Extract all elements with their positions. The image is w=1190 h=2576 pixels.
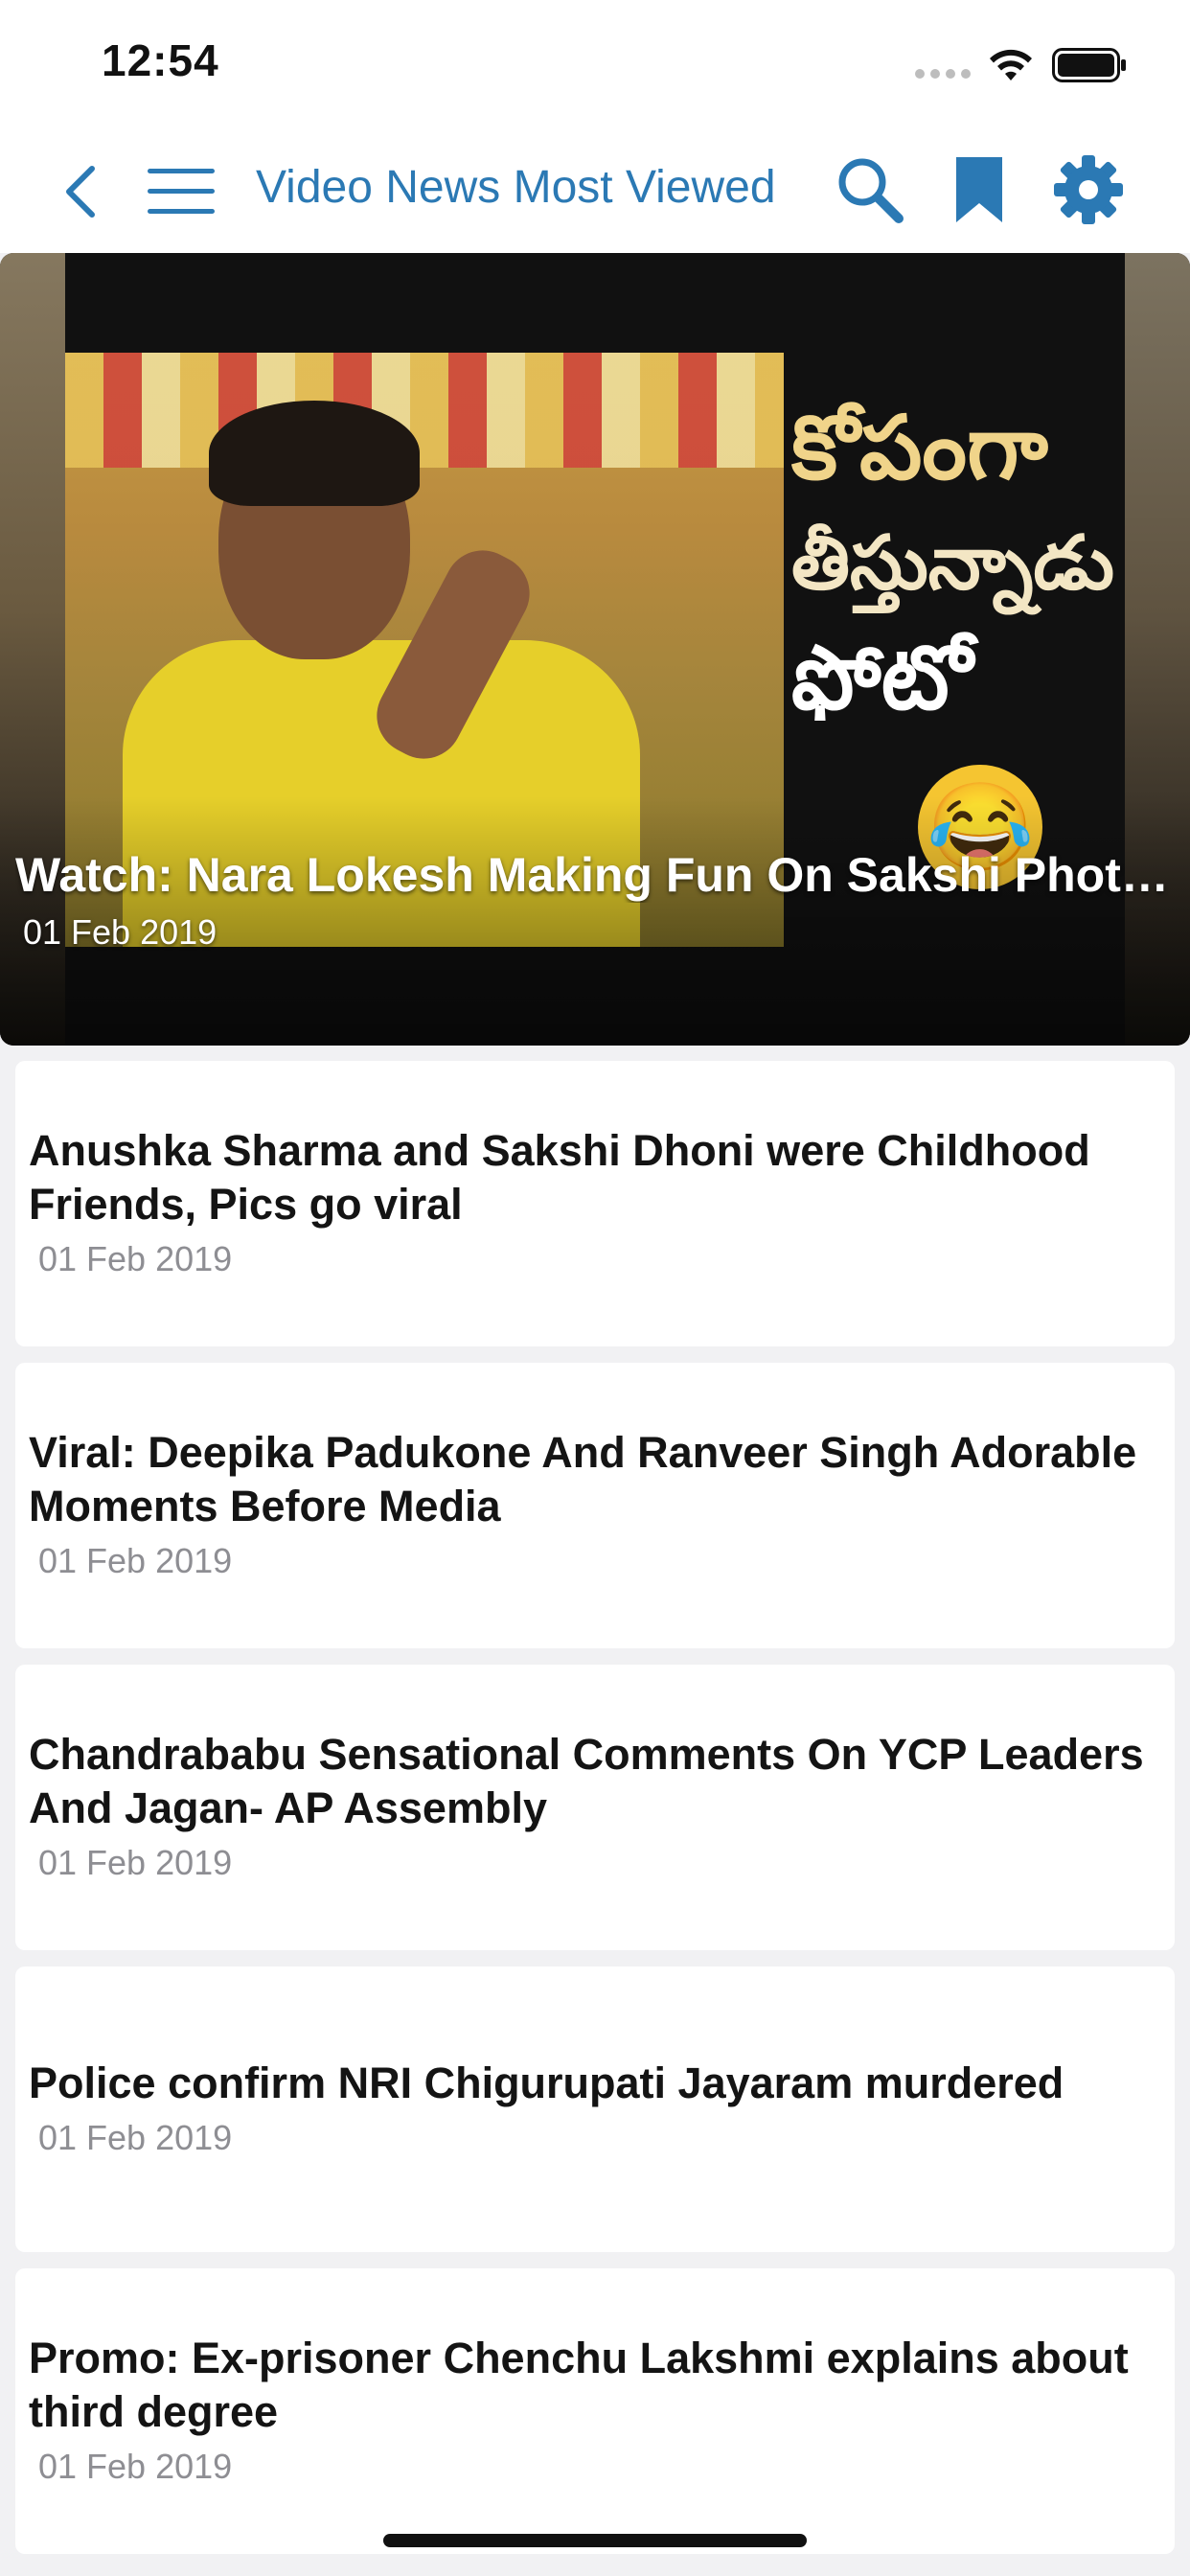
list-item-date: 01 Feb 2019 [38, 1541, 233, 1580]
wifi-icon [990, 49, 1032, 80]
status-bar: 12:54 [0, 0, 1190, 125]
featured-video-date: 01 Feb 2019 [23, 912, 217, 952]
list-item-title: Police confirm NRI Chigurupati Jayaram m… [29, 2058, 1064, 2107]
hamburger-menu-icon[interactable] [146, 165, 217, 218]
list-item[interactable]: Promo: Ex-prisoner Chenchu Lakshmi expla… [15, 2268, 1175, 2554]
list-item[interactable]: Chandrababu Sensational Comments On YCP … [15, 1665, 1175, 1950]
list-item-date: 01 Feb 2019 [38, 2118, 233, 2157]
list-item[interactable]: Anushka Sharma and Sakshi Dhoni were Chi… [15, 1061, 1175, 1346]
back-chevron-icon[interactable] [59, 163, 102, 220]
list-item-title: Viral: Deepika Padukone And Ranveer Sing… [29, 1428, 1137, 1530]
list-item-title: Chandrababu Sensational Comments On YCP … [29, 1730, 1144, 1832]
list-item-title: Promo: Ex-prisoner Chenchu Lakshmi expla… [29, 2334, 1129, 2436]
list-item-date: 01 Feb 2019 [38, 1843, 233, 1882]
thumbnail-caption-line: కోపంగా [791, 397, 1048, 499]
list-item-title: Anushka Sharma and Sakshi Dhoni were Chi… [29, 1126, 1090, 1229]
bookmark-icon[interactable] [952, 153, 1006, 226]
nav-bar: Video News Most Viewed [0, 125, 1190, 253]
featured-video-card[interactable]: కోపంగా తీస్తున్నాడు ఫోటో 😂 Watch: Nara L… [0, 253, 1190, 1046]
gear-icon[interactable] [1052, 153, 1125, 226]
home-indicator [383, 2534, 807, 2547]
thumbnail-caption-line: తీస్తున్నాడు [791, 520, 1115, 607]
cellular-signal-icon [915, 69, 973, 80]
list-item-date: 01 Feb 2019 [38, 2447, 233, 2486]
status-time: 12:54 [102, 35, 219, 85]
battery-icon [1052, 48, 1126, 82]
page-title: Video News Most Viewed [256, 162, 776, 213]
search-icon[interactable] [834, 153, 906, 226]
thumbnail-caption-line: ఫోటో [791, 627, 973, 729]
list-item[interactable]: Police confirm NRI Chigurupati Jayaram m… [15, 1966, 1175, 2252]
featured-video-title: Watch: Nara Lokesh Making Fun On Sakshi … [15, 848, 1169, 902]
list-item[interactable]: Viral: Deepika Padukone And Ranveer Sing… [15, 1363, 1175, 1648]
list-item-date: 01 Feb 2019 [38, 1239, 233, 1278]
